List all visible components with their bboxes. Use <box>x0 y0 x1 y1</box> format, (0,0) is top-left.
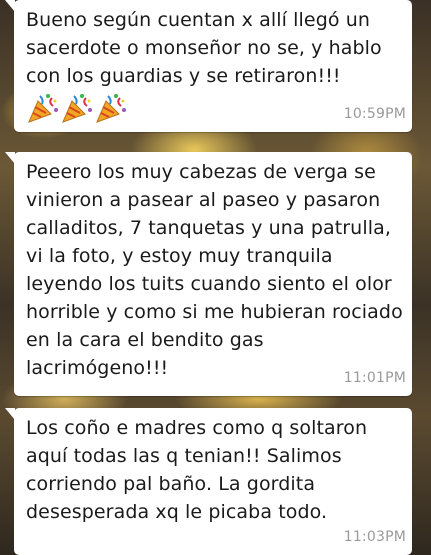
message-bubble-1[interactable]: Bueno según cuentan x allí llegó un sace… <box>5 0 412 132</box>
message-text: Peeero los muy cabezas de verga se vinie… <box>26 161 403 379</box>
message-text: Bueno según cuentan x allí llegó un sace… <box>26 9 382 87</box>
party-popper-icon <box>62 94 92 123</box>
message-bubble-3[interactable]: Los coño e madres como q soltaron aquí t… <box>5 408 412 555</box>
message-timestamp: 10:59PM <box>343 106 406 122</box>
party-popper-icon <box>28 94 58 123</box>
message-bubble-2[interactable]: Peeero los muy cabezas de verga se vinie… <box>5 152 412 396</box>
party-popper-icon <box>96 94 126 123</box>
message-text: Los coño e madres como q soltaron aquí t… <box>26 417 368 523</box>
message-timestamp: 11:03PM <box>343 529 406 545</box>
message-timestamp: 11:01PM <box>343 370 406 386</box>
